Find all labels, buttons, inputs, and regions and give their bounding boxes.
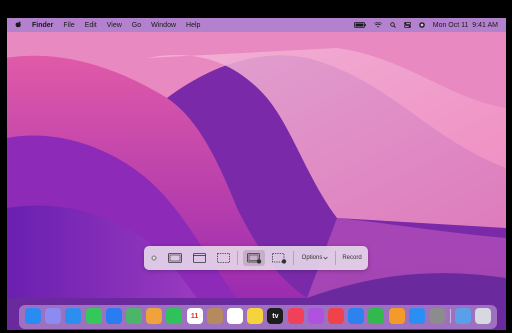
dock-system-preferences-icon[interactable] bbox=[429, 308, 445, 324]
dock-numbers-icon[interactable] bbox=[368, 308, 385, 324]
options-label: Options bbox=[301, 255, 323, 261]
battery-icon[interactable] bbox=[353, 22, 366, 28]
window-icon bbox=[192, 253, 206, 263]
wallpaper bbox=[7, 18, 506, 330]
spotlight-search-icon[interactable] bbox=[390, 22, 396, 28]
dock-calendar-label: 11 bbox=[190, 312, 199, 320]
record-screen-icon bbox=[246, 252, 261, 264]
menubar-clock[interactable]: Mon Oct 11 9:41 AM bbox=[433, 22, 498, 29]
menu-finder[interactable]: Finder bbox=[32, 22, 53, 29]
record-selection-button[interactable] bbox=[269, 250, 289, 266]
dock-divider bbox=[450, 309, 452, 323]
selection-icon bbox=[216, 253, 230, 263]
dock-podcasts-icon[interactable] bbox=[307, 308, 324, 324]
dock-reminders-icon[interactable] bbox=[227, 308, 243, 324]
dock-keynote-icon[interactable] bbox=[348, 308, 365, 324]
siri-icon[interactable] bbox=[418, 22, 425, 28]
record-button[interactable]: Record bbox=[339, 250, 365, 266]
close-toolbar-button[interactable] bbox=[149, 250, 159, 266]
dock-news-icon[interactable] bbox=[328, 308, 344, 324]
dock-calendar-icon[interactable]: 11 bbox=[186, 308, 203, 324]
dock-contacts-icon[interactable] bbox=[206, 308, 223, 324]
control-center-icon[interactable] bbox=[403, 22, 411, 28]
menu-go[interactable]: Go bbox=[132, 22, 141, 29]
capture-entire-screen-button[interactable] bbox=[165, 250, 185, 266]
desktop: Finder File Edit View Go Window Help Mon… bbox=[7, 18, 506, 330]
dock-facetime-icon[interactable] bbox=[166, 308, 183, 324]
menu-window[interactable]: Window bbox=[151, 22, 176, 29]
dock-tv-label: tv bbox=[272, 312, 279, 320]
dock-trash-icon[interactable] bbox=[475, 308, 492, 324]
toolbar-divider bbox=[335, 251, 336, 265]
wifi-icon[interactable] bbox=[373, 22, 382, 28]
dock-safari-icon[interactable] bbox=[65, 308, 82, 324]
dock-messages-icon[interactable] bbox=[85, 308, 102, 324]
dock-notes-icon[interactable] bbox=[247, 308, 264, 324]
toolbar-divider bbox=[293, 251, 294, 265]
menu-edit[interactable]: Edit bbox=[85, 22, 97, 29]
dock-downloads-folder-icon[interactable] bbox=[455, 308, 472, 324]
options-button[interactable]: Options bbox=[297, 250, 333, 266]
menu-file[interactable]: File bbox=[63, 22, 74, 29]
entire-screen-icon bbox=[168, 253, 182, 263]
dock-maps-icon[interactable] bbox=[126, 308, 142, 324]
dock: 11 tv bbox=[19, 305, 497, 329]
menu-bar: Finder File Edit View Go Window Help Mon… bbox=[7, 18, 506, 32]
toolbar-divider bbox=[237, 251, 238, 265]
dock-launchpad-icon[interactable] bbox=[45, 308, 62, 324]
record-selection-icon bbox=[271, 252, 286, 264]
dock-finder-icon[interactable] bbox=[25, 308, 41, 324]
menu-view[interactable]: View bbox=[107, 22, 122, 29]
apple-menu-icon[interactable] bbox=[15, 21, 22, 29]
dock-tv-icon[interactable]: tv bbox=[267, 308, 284, 324]
dock-music-icon[interactable] bbox=[287, 308, 304, 324]
menu-help[interactable]: Help bbox=[186, 22, 200, 29]
capture-selection-button[interactable] bbox=[213, 250, 233, 266]
screenshot-toolbar: Options Record bbox=[144, 246, 368, 270]
capture-window-button[interactable] bbox=[189, 250, 209, 266]
dock-photos-icon[interactable] bbox=[146, 308, 163, 324]
dock-mail-icon[interactable] bbox=[105, 308, 122, 324]
record-entire-screen-button[interactable] bbox=[243, 250, 265, 266]
dock-pages-icon[interactable] bbox=[388, 308, 405, 324]
chevron-down-icon bbox=[323, 256, 328, 260]
dock-app-store-icon[interactable] bbox=[408, 308, 425, 324]
